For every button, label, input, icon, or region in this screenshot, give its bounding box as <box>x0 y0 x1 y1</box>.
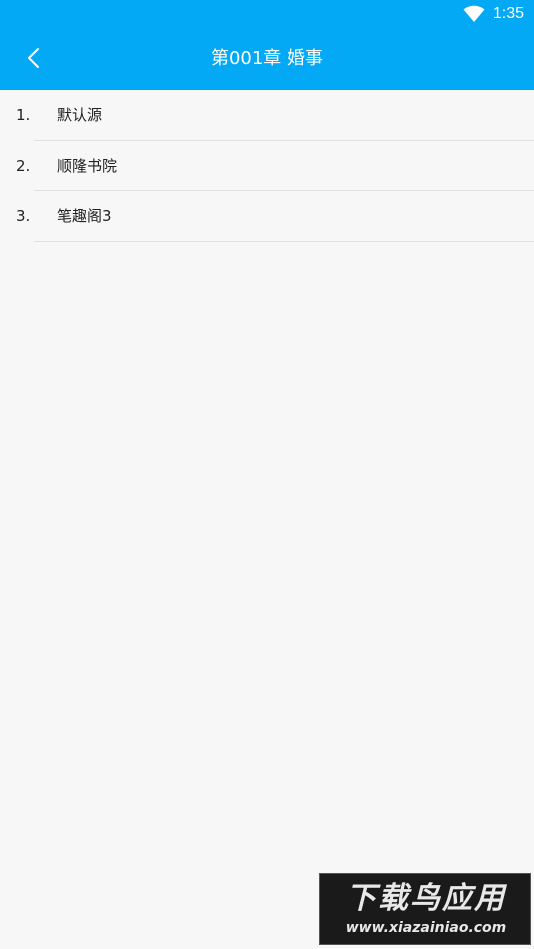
source-list: 1. 默认源 2. 顺隆书院 3. 笔趣阁3 <box>0 90 534 242</box>
list-item-label: 顺隆书院 <box>57 156 118 175</box>
status-time: 1:35 <box>492 5 524 22</box>
page-title: 第001章 婚事 <box>210 48 324 69</box>
watermark-title: 下载鸟应用 <box>346 881 506 916</box>
divider <box>34 240 534 242</box>
list-item-source-1[interactable]: 1. 默认源 <box>0 90 534 141</box>
list-item-index: 1. <box>16 106 31 124</box>
list-item-index: 3. <box>16 207 31 225</box>
list-item-source-3[interactable]: 3. 笔趣阁3 <box>0 191 534 242</box>
status-icons: 1:35 <box>463 4 524 24</box>
list-item-index: 2. <box>16 156 31 175</box>
watermark-url: www.xiazainiao.com <box>345 920 507 936</box>
wifi-icon <box>463 5 485 22</box>
list-item-label: 笔趣阁3 <box>57 207 112 225</box>
list-item-source-2[interactable]: 2. 顺隆书院 <box>0 141 534 191</box>
watermark-logo: 下载鸟应用 www.xiazainiao.com <box>319 873 531 945</box>
toolbar: 第001章 婚事 <box>0 28 534 90</box>
app-screen: 1:35 第001章 婚事 1. 默认源 2. 顺隆书院 3. 笔趣阁3 下载鸟… <box>0 0 534 949</box>
list-item-label: 默认源 <box>57 106 103 124</box>
status-bar: 1:35 <box>0 0 534 28</box>
